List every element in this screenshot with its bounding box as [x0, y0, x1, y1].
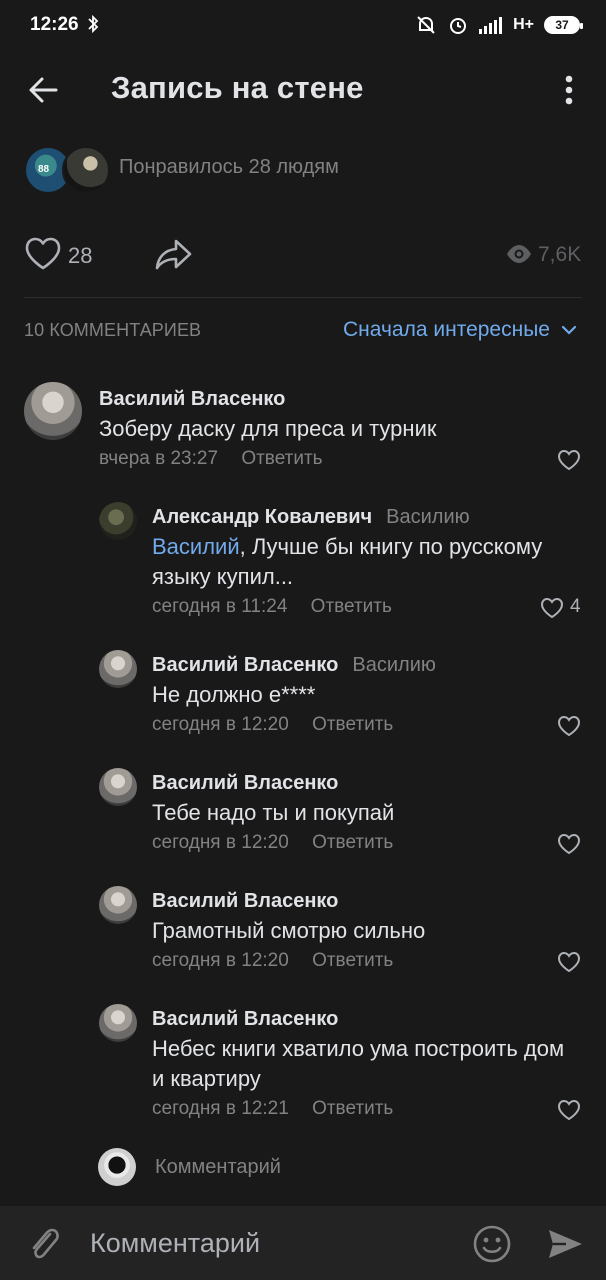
divider: [24, 297, 582, 298]
comment-text: Зоберу даску для преса и турник: [99, 416, 437, 441]
author-name[interactable]: Василий Власенко: [99, 388, 285, 410]
emoji-icon[interactable]: [472, 1224, 512, 1264]
reply-to-label[interactable]: Василию: [386, 506, 469, 528]
reply-placeholder[interactable]: Комментарий: [155, 1156, 281, 1179]
reply-button[interactable]: Ответить: [312, 714, 393, 735]
comment-meta: сегодня в 11:24 Ответить: [152, 596, 392, 618]
alarm-icon: [450, 18, 467, 34]
comment-time: сегодня в 11:24: [152, 596, 288, 617]
comment-item: Василий Власенко Тебе надо ты и покупай …: [0, 768, 606, 868]
mention-link[interactable]: Василий: [152, 534, 240, 559]
avatar[interactable]: [24, 382, 82, 440]
comment-time: сегодня в 12:20: [152, 714, 289, 735]
reply-button[interactable]: Ответить: [241, 448, 322, 469]
heart-icon[interactable]: [557, 715, 581, 737]
avatar[interactable]: [99, 886, 137, 924]
comment-meta: сегодня в 12:20 Ответить: [152, 714, 393, 736]
comment-author[interactable]: Василий Власенко: [152, 772, 338, 795]
comment-input[interactable]: Комментарий: [90, 1228, 260, 1259]
send-icon[interactable]: [546, 1226, 584, 1262]
status-bar: 12:26 H+ 37: [0, 0, 606, 50]
comment-author[interactable]: Василий Власенко Василию: [152, 654, 436, 677]
avatar-jersey-number: 88: [38, 164, 50, 175]
my-avatar[interactable]: [98, 1148, 136, 1186]
heart-icon[interactable]: [557, 833, 581, 855]
heart-icon[interactable]: [557, 449, 581, 471]
comments-count: 10 КОММЕНТАРИЕВ: [24, 320, 202, 340]
paperclip-icon[interactable]: [26, 1224, 62, 1264]
network-type: H+: [513, 16, 534, 33]
liked-by-text[interactable]: Понравилось 28 людям: [119, 156, 339, 179]
reply-to-label[interactable]: Василию: [352, 654, 435, 676]
liker-avatar[interactable]: [62, 146, 110, 194]
reply-button[interactable]: Ответить: [312, 832, 393, 853]
comment-item: Василий Власенко Василию Не должно е**** …: [0, 650, 606, 750]
author-name[interactable]: Василий Власенко: [152, 772, 338, 794]
comment-time: сегодня в 12:20: [152, 832, 289, 853]
signal-icon: [479, 17, 503, 34]
avatar[interactable]: [99, 502, 137, 540]
status-time: 12:26: [30, 14, 79, 35]
avatar[interactable]: [99, 650, 137, 688]
battery-level: 37: [555, 18, 569, 32]
status-icons: H+ 37: [415, 12, 583, 38]
comment-meta: сегодня в 12:21 Ответить: [152, 1098, 393, 1120]
comment-item: Александр Ковалевич Василию Василий, Лучш…: [0, 502, 606, 632]
comment-text: Василий, Лучше бы книгу по русскому язык…: [152, 532, 582, 592]
battery-icon: 37: [544, 16, 583, 34]
chevron-down-icon[interactable]: [561, 322, 577, 338]
comment-item: Василий Власенко Грамотный смотрю сильно…: [0, 886, 606, 986]
avatar[interactable]: [99, 1004, 137, 1042]
comment-time: вчера в 23:27: [99, 448, 219, 469]
comment-item: Василий Власенко Небес книги хватило ума…: [0, 1004, 606, 1134]
reply-button[interactable]: Ответить: [311, 596, 392, 617]
comment-meta: сегодня в 12:20 Ответить: [152, 950, 393, 972]
comment-time: сегодня в 12:20: [152, 950, 289, 971]
comment-time: сегодня в 12:21: [152, 1098, 289, 1119]
reply-button[interactable]: Ответить: [312, 1098, 393, 1119]
author-name[interactable]: Александр Ковалевич: [152, 506, 372, 528]
mute-bell-icon: [417, 16, 435, 34]
back-arrow-icon[interactable]: [24, 70, 64, 110]
reply-button[interactable]: Ответить: [312, 950, 393, 971]
author-name[interactable]: Василий Власенко: [152, 654, 338, 676]
comment-author[interactable]: Василий Власенко: [99, 388, 285, 411]
comment-text: Тебе надо ты и покупай: [152, 800, 395, 825]
heart-icon[interactable]: [557, 1099, 581, 1121]
comment-text: Грамотный смотрю сильно: [152, 918, 426, 943]
avatar[interactable]: [99, 768, 137, 806]
comment-text: Небес книги хватило ума построить дом и …: [152, 1036, 565, 1091]
sort-dropdown[interactable]: Сначала интересные: [343, 318, 550, 342]
heart-icon[interactable]: [557, 951, 581, 973]
comment-author[interactable]: Василий Власенко: [152, 1008, 338, 1031]
share-icon[interactable]: [154, 236, 194, 272]
eye-icon: [507, 245, 531, 263]
comment-item: Василий Власенко Зоберу даску для преса …: [0, 382, 606, 482]
page-title: Запись на стене: [111, 70, 364, 105]
more-vertical-icon[interactable]: [555, 72, 583, 108]
likes-count[interactable]: 28: [68, 243, 92, 269]
heart-icon[interactable]: [540, 597, 564, 619]
views-count: 7,6K: [538, 243, 582, 266]
comment-author[interactable]: Александр Ковалевич Василию: [152, 506, 470, 529]
bluetooth-icon: [88, 14, 99, 34]
comment-author[interactable]: Василий Власенко: [152, 890, 338, 913]
comment-likes-count: 4: [570, 596, 581, 617]
heart-icon[interactable]: [24, 236, 62, 272]
comment-meta: вчера в 23:27 Ответить: [99, 448, 323, 470]
comment-text: Не должно е****: [152, 682, 316, 707]
author-name[interactable]: Василий Власенко: [152, 890, 338, 912]
comment-meta: сегодня в 12:20 Ответить: [152, 832, 393, 854]
author-name[interactable]: Василий Власенко: [152, 1008, 338, 1030]
